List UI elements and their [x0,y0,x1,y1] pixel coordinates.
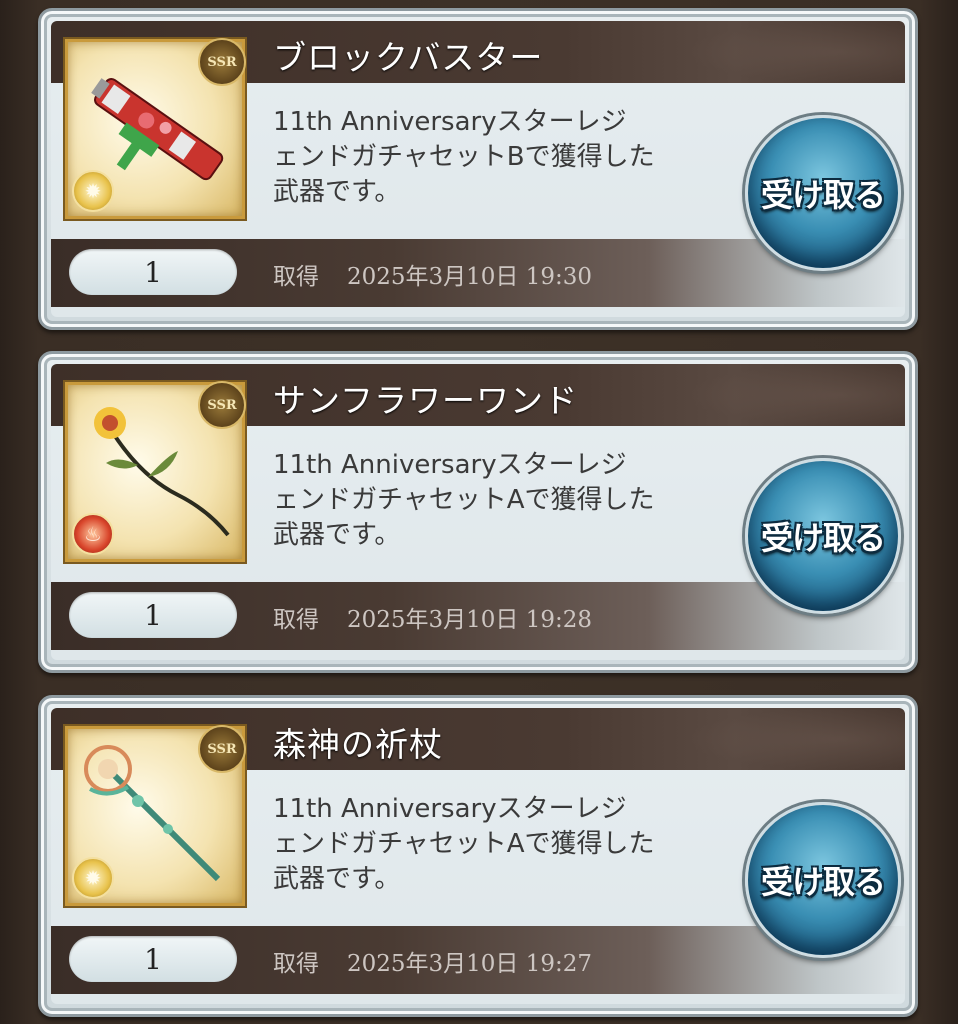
description-line: ェンドガチャセットAで獲得した [273,829,655,859]
description-line: 11th Anniversaryスターレジ [273,107,627,137]
item-thumbnail[interactable]: SSR ✹ [65,38,246,219]
description-line: ェンドガチャセットBで獲得した [273,142,655,172]
item-name: サンフラワーワンド [273,381,579,420]
fire-element-icon: ♨ [72,513,114,555]
receive-button[interactable]: 受け取る [745,115,901,271]
acquired-label: 取得 [273,951,319,977]
item-description: 11th Anniversaryスターレジ ェンドガチャセットAで獲得した 武器… [273,448,743,553]
acquired-datetime: 2025年3月10日 19:28 [347,607,593,633]
ssr-badge: SSR [198,381,246,429]
item-card-inner: 森神の祈杖 SSR ✹ 11th Anniversaryスターレジ ェンドガチャ… [51,708,905,1004]
item-card: 森神の祈杖 SSR ✹ 11th Anniversaryスターレジ ェンドガチャ… [38,695,918,1017]
ssr-badge: SSR [198,725,246,773]
item-card-inner: ブロックバスター SSR ✹ 11th Anniversaryスターレジ ェンド… [51,21,905,317]
item-card-inner: サンフラワーワンド SSR ♨ 11th Anniversaryスターレジ ェン… [51,364,905,660]
item-thumbnail[interactable]: SSR ✹ [65,725,246,906]
acquired-info: 取得 2025年3月10日 19:28 [273,600,592,634]
receive-button[interactable]: 受け取る [745,458,901,614]
item-description: 11th Anniversaryスターレジ ェンドガチャセットBで獲得した 武器… [273,105,743,210]
quantity-badge: 1 [69,249,237,295]
acquired-datetime: 2025年3月10日 19:27 [347,951,593,977]
description-line: 11th Anniversaryスターレジ [273,450,627,480]
description-line: 武器です。 [273,177,401,207]
item-card: サンフラワーワンド SSR ♨ 11th Anniversaryスターレジ ェン… [38,351,918,673]
item-name: ブロックバスター [273,38,544,77]
light-element-icon: ✹ [72,170,114,212]
description-line: ェンドガチャセットAで獲得した [273,485,655,515]
ssr-badge: SSR [198,38,246,86]
acquired-label: 取得 [273,607,319,633]
acquired-datetime: 2025年3月10日 19:30 [347,264,593,290]
receive-button[interactable]: 受け取る [745,802,901,958]
light-element-icon: ✹ [72,857,114,899]
item-thumbnail[interactable]: SSR ♨ [65,381,246,562]
description-line: 武器です。 [273,520,401,550]
quantity-badge: 1 [69,592,237,638]
item-description: 11th Anniversaryスターレジ ェンドガチャセットAで獲得した 武器… [273,792,743,897]
description-line: 11th Anniversaryスターレジ [273,794,627,824]
acquired-info: 取得 2025年3月10日 19:30 [273,257,592,291]
item-card: ブロックバスター SSR ✹ 11th Anniversaryスターレジ ェンド… [38,8,918,330]
acquired-info: 取得 2025年3月10日 19:27 [273,944,592,978]
acquired-label: 取得 [273,264,319,290]
quantity-badge: 1 [69,936,237,982]
description-line: 武器です。 [273,864,401,894]
item-name: 森神の祈杖 [273,725,443,764]
